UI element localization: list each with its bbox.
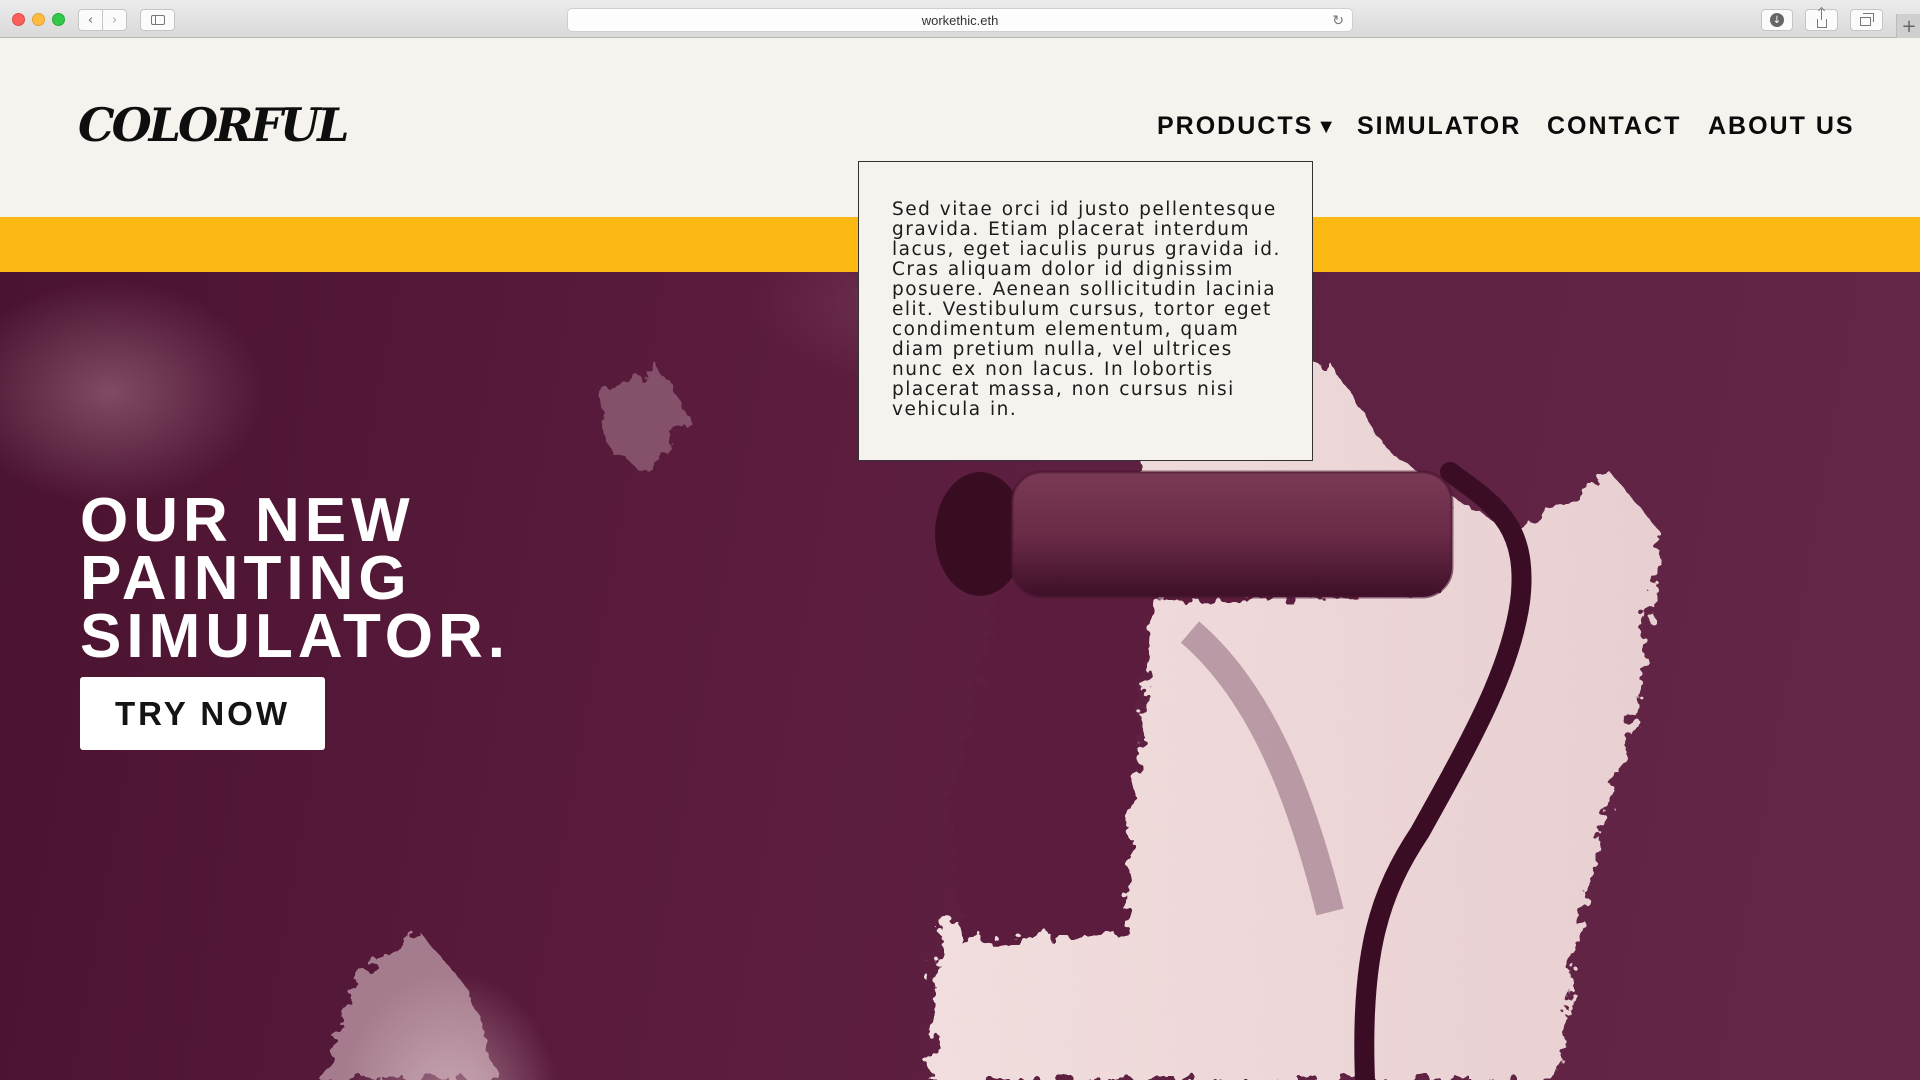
hero-heading-line: PAINTING: [80, 544, 412, 613]
share-icon: [1816, 8, 1827, 28]
share-button[interactable]: [1805, 8, 1838, 31]
tabs-icon: [1860, 12, 1874, 26]
downloads-button[interactable]: ↓: [1761, 9, 1793, 31]
hero-heading-line: OUR NEW: [80, 486, 415, 555]
try-now-button[interactable]: TRY NOW: [80, 677, 325, 750]
nav-products[interactable]: PRODUCTS ▼: [1157, 112, 1338, 141]
reload-icon[interactable]: ↻: [1332, 12, 1344, 29]
sidebar-icon: [150, 15, 165, 25]
products-dropdown-text: Sed vitae orci id justo pellentesque gra…: [892, 199, 1281, 420]
download-icon: ↓: [1770, 13, 1784, 27]
nav-simulator[interactable]: SIMULATOR: [1357, 112, 1521, 141]
plus-icon: +: [1901, 15, 1917, 37]
hero-heading-line: SIMULATOR.: [80, 602, 511, 671]
sidebar-toggle-button[interactable]: [140, 9, 175, 31]
show-tabs-button[interactable]: [1850, 9, 1883, 31]
minimize-window-button[interactable]: [32, 13, 45, 26]
new-tab-button[interactable]: +: [1896, 14, 1920, 38]
nav-products-label: PRODUCTS: [1157, 112, 1314, 140]
roller-body: [935, 470, 1454, 599]
nav-about-us[interactable]: ABOUT US: [1708, 112, 1855, 141]
back-button[interactable]: ‹: [78, 9, 103, 31]
zoom-window-button[interactable]: [52, 13, 65, 26]
nav-contact[interactable]: CONTACT: [1547, 112, 1681, 141]
hero-heading: OUR NEW PAINTING SIMULATOR.: [80, 486, 511, 671]
address-bar[interactable]: workethic.eth ↻: [567, 8, 1353, 32]
products-dropdown: Sed vitae orci id justo pellentesque gra…: [858, 161, 1313, 461]
caret-down-icon: ▼: [1316, 116, 1339, 138]
main-nav: PRODUCTS ▼ SIMULATOR CONTACT ABOUT US: [0, 112, 1920, 148]
forward-button[interactable]: ›: [102, 9, 127, 31]
close-window-button[interactable]: [12, 13, 25, 26]
chevron-left-icon: ‹: [87, 12, 94, 28]
chevron-right-icon: ›: [111, 12, 118, 28]
browser-toolbar: ‹ › workethic.eth ↻ ↓ +: [0, 0, 1920, 38]
url-text: workethic.eth: [921, 12, 999, 28]
